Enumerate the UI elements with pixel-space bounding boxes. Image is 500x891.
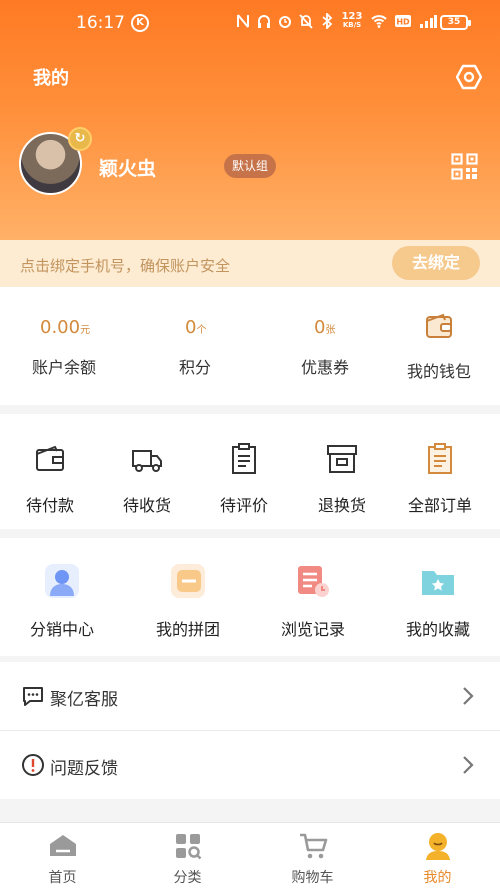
distribution-icon <box>45 564 79 598</box>
coupons-amount: 0 <box>314 317 326 338</box>
tool-group-buy[interactable]: 我的拼团 <box>138 562 238 640</box>
order-label: 全部订单 <box>407 496 472 515</box>
balance-value: 0.00元 <box>40 317 90 338</box>
status-bar: 16:17 K 123 KB/S HD 35 <box>0 0 500 46</box>
tool-label: 分销中心 <box>29 620 94 639</box>
tab-label: 首页 <box>48 870 77 886</box>
tab-label: 我的 <box>423 870 452 886</box>
service-label: 聚亿客服 <box>50 690 118 710</box>
orders-list-icon <box>428 443 452 474</box>
orders-card: 待付款 待收货 待评价 退换货 全部订单 <box>0 414 500 529</box>
tools-card: 分销中心 我的拼团 浏览记录 我的收藏 <box>0 538 500 656</box>
coupons-label: 优惠券 <box>301 358 350 377</box>
points-value: 0个 <box>185 317 206 338</box>
wallet-outline-icon <box>36 445 64 471</box>
status-icons: 123 KB/S HD <box>236 12 438 30</box>
service-feedback[interactable]: 问题反馈 <box>0 731 500 799</box>
favorites-folder-icon <box>422 571 454 595</box>
order-pending-receipt[interactable]: 待收货 <box>97 442 197 516</box>
asset-wallet[interactable]: 我的钱包 <box>375 287 500 405</box>
cart-icon <box>299 833 327 859</box>
profile-icon <box>425 833 450 860</box>
wallet-icon <box>426 313 452 338</box>
bind-phone-text: 点击绑定手机号，确保账户安全 <box>20 257 231 275</box>
refresh-icon[interactable]: ↻ <box>68 127 92 151</box>
signal-icon <box>420 15 437 28</box>
chevron-right-icon <box>463 687 474 705</box>
tool-history[interactable]: 浏览记录 <box>263 562 363 640</box>
home-icon <box>49 835 76 856</box>
chevron-right-icon <box>463 756 474 774</box>
order-all[interactable]: 全部订单 <box>390 442 490 516</box>
points-unit: 个 <box>196 325 207 336</box>
tool-label: 浏览记录 <box>280 620 345 639</box>
tab-label: 购物车 <box>291 870 334 886</box>
truck-icon <box>132 450 162 472</box>
balance-label: 账户余额 <box>32 358 97 377</box>
tab-home[interactable]: 首页 <box>0 823 125 891</box>
profile-header: 16:17 K 123 KB/S HD 35 我的 ↻ 颖火虫 默认组 <box>0 0 500 240</box>
service-customer-support[interactable]: 聚亿客服 <box>0 662 500 730</box>
chat-icon <box>23 687 43 706</box>
speed-value: 123 <box>341 11 363 22</box>
tool-label: 我的拼团 <box>155 620 220 639</box>
tool-label: 我的收藏 <box>405 620 470 639</box>
tool-distribution[interactable]: 分销中心 <box>12 562 112 640</box>
speed-unit: KB/S <box>342 21 362 29</box>
svg-text:HD: HD <box>396 18 410 27</box>
bottom-tab-bar: 首页 分类 购物车 我的 <box>0 822 500 891</box>
order-label: 退换货 <box>317 496 366 515</box>
alarm-icon <box>279 16 291 28</box>
category-icon <box>175 834 201 860</box>
wifi-icon <box>371 15 387 28</box>
battery-icon: 35 <box>440 15 471 30</box>
group-badge: 默认组 <box>224 154 277 178</box>
balance-amount: 0.00 <box>40 317 81 338</box>
order-pending-review[interactable]: 待评价 <box>194 442 294 516</box>
assets-card: 0.00元 账户余额 0个 积分 0张 优惠券 我的钱包 <box>0 287 500 405</box>
asset-points[interactable]: 0个 积分 <box>125 287 250 405</box>
qr-code-icon[interactable] <box>451 153 478 180</box>
page-title: 我的 <box>33 68 69 89</box>
wallet-label: 我的钱包 <box>407 362 472 381</box>
service-label: 问题反馈 <box>50 759 118 779</box>
coupons-value: 0张 <box>314 317 335 338</box>
tool-favorites[interactable]: 我的收藏 <box>388 562 488 640</box>
order-label: 待收货 <box>122 496 171 515</box>
tab-profile[interactable]: 我的 <box>375 823 500 891</box>
points-amount: 0 <box>185 317 197 338</box>
bind-phone-button[interactable]: 去绑定 <box>392 246 480 280</box>
order-pending-payment[interactable]: 待付款 <box>0 442 100 516</box>
username[interactable]: 颖火虫 <box>99 154 156 181</box>
tab-cart[interactable]: 购物车 <box>250 823 375 891</box>
asset-coupons[interactable]: 0张 优惠券 <box>250 287 375 405</box>
points-label: 积分 <box>179 358 212 377</box>
bluetooth-icon <box>322 13 333 29</box>
order-label: 待付款 <box>25 496 74 515</box>
settings-hexagon-icon[interactable] <box>456 64 482 90</box>
bind-phone-bar[interactable]: 点击绑定手机号，确保账户安全 去绑定 <box>0 240 500 287</box>
clipboard-icon <box>232 443 256 474</box>
mute-icon <box>299 14 313 29</box>
hd-icon: HD <box>395 15 411 27</box>
nfc-icon <box>237 14 249 28</box>
coupons-unit: 张 <box>325 325 336 336</box>
group-buy-icon <box>171 564 205 598</box>
k-icon: K <box>131 14 149 32</box>
status-time: 16:17 <box>76 13 125 33</box>
network-speed: 123 KB/S <box>341 12 363 30</box>
alert-icon <box>22 754 44 776</box>
asset-balance[interactable]: 0.00元 账户余额 <box>0 287 125 405</box>
tab-category[interactable]: 分类 <box>125 823 250 891</box>
tab-label: 分类 <box>173 870 202 886</box>
balance-unit: 元 <box>80 325 91 336</box>
headphones-icon <box>258 15 270 28</box>
return-box-icon <box>327 445 357 473</box>
order-returns[interactable]: 退换货 <box>292 442 392 516</box>
history-icon <box>298 566 329 597</box>
order-label: 待评价 <box>219 496 268 515</box>
